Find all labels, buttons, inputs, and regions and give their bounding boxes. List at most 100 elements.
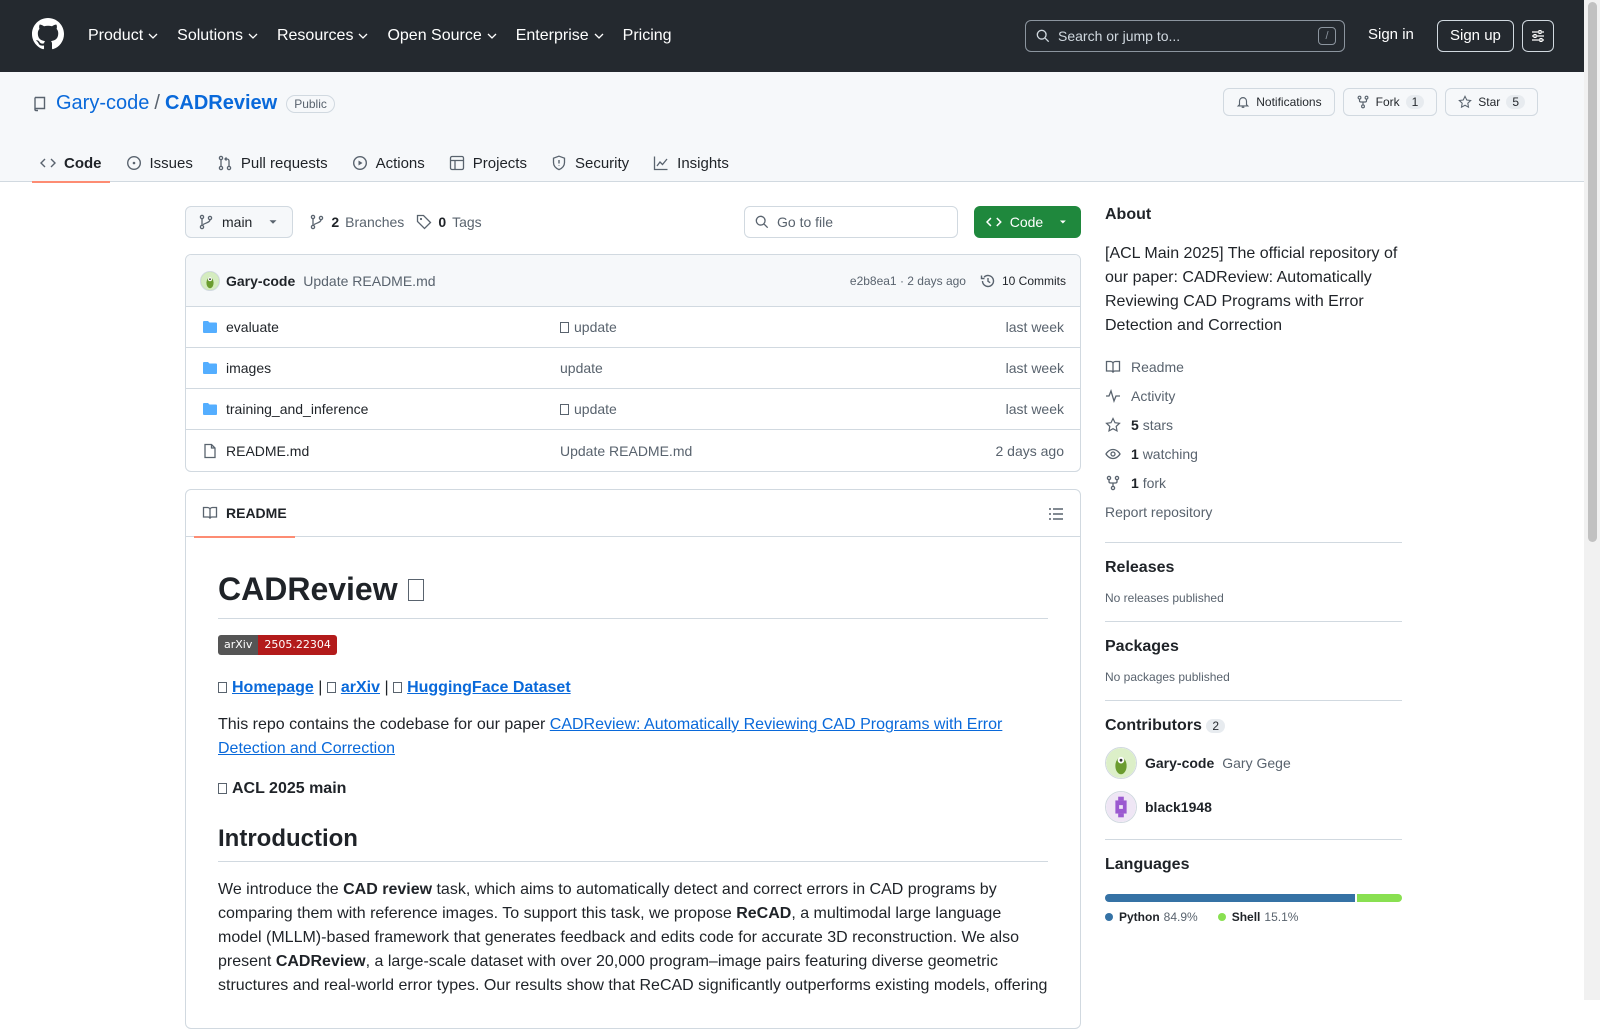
commit-message-link[interactable]: Update README.md xyxy=(303,273,435,289)
homepage-link[interactable]: Homepage xyxy=(218,679,314,696)
forks-link[interactable]: 1 fork xyxy=(1105,468,1402,497)
language-dot-icon xyxy=(1105,913,1113,921)
arxiv-badge[interactable]: arXiv 2505.22304 xyxy=(218,635,337,655)
nav-open-source[interactable]: Open Source xyxy=(387,27,497,45)
stars-link[interactable]: 5 stars xyxy=(1105,410,1402,439)
contributor-login[interactable]: Gary-code xyxy=(1145,755,1214,771)
commit-author-link[interactable]: Gary-code xyxy=(226,273,295,289)
report-repository-link[interactable]: Report repository xyxy=(1105,497,1402,526)
emoji-glyph-icon xyxy=(218,783,227,794)
branches-link[interactable]: 2 Branches xyxy=(309,214,404,230)
file-row[interactable]: training_and_inference update last week xyxy=(186,389,1080,430)
tab-security[interactable]: Security xyxy=(543,144,637,182)
file-name-link[interactable]: images xyxy=(226,360,271,376)
readme-acl-line: ACL 2025 main xyxy=(218,777,1048,801)
contributor-item[interactable]: Gary-code Gary Gege xyxy=(1105,747,1402,779)
file-toolbar: main 2 Branches 0 Tags Go to file Code xyxy=(185,206,1081,238)
tab-actions[interactable]: Actions xyxy=(344,144,433,182)
readme-tab[interactable]: README xyxy=(194,490,295,538)
chevron-down-icon xyxy=(148,33,158,39)
language-bar-segment-python xyxy=(1105,894,1356,902)
page-scrollbar[interactable] xyxy=(1584,0,1600,1000)
tab-issues[interactable]: Issues xyxy=(118,144,201,182)
about-links: Readme Activity 5 stars 1 watching 1 for… xyxy=(1105,352,1402,526)
code-icon xyxy=(40,158,56,168)
chevron-down-icon xyxy=(594,33,604,39)
git-branch-icon xyxy=(311,214,324,230)
emoji-glyph-icon xyxy=(393,682,403,693)
fork-button[interactable]: Fork 1 xyxy=(1342,88,1438,116)
tags-link[interactable]: 0 Tags xyxy=(416,214,482,230)
contributor-item[interactable]: black1948 xyxy=(1105,791,1402,823)
list-unordered-icon[interactable] xyxy=(1048,506,1064,522)
site-menu-button[interactable] xyxy=(1522,20,1554,52)
avatar xyxy=(1105,791,1137,823)
tab-projects[interactable]: Projects xyxy=(441,144,535,182)
divider xyxy=(1105,700,1402,701)
go-to-file-input[interactable]: Go to file xyxy=(744,206,958,238)
readme-panel: README CADReview arXiv 2505.22304 Homepag… xyxy=(185,489,1081,1029)
file-name-link[interactable]: training_and_inference xyxy=(226,401,368,417)
sign-in-link[interactable]: Sign in xyxy=(1368,26,1414,43)
code-dropdown-button[interactable]: Code xyxy=(974,206,1081,238)
nav-enterprise[interactable]: Enterprise xyxy=(516,27,604,45)
activity-link[interactable]: Activity xyxy=(1105,381,1402,410)
notifications-button[interactable]: Notifications xyxy=(1223,88,1335,116)
file-name-link[interactable]: evaluate xyxy=(226,319,279,335)
divider xyxy=(1105,621,1402,622)
file-row[interactable]: README.md Update README.md 2 days ago xyxy=(186,430,1080,471)
language-legend: Python 84.9% Shell 15.1% xyxy=(1105,910,1402,924)
tab-insights[interactable]: Insights xyxy=(645,144,737,182)
watching-link[interactable]: 1 watching xyxy=(1105,439,1402,468)
pulse-icon xyxy=(1106,388,1120,403)
chevron-down-icon xyxy=(248,33,258,39)
fork-icon xyxy=(1357,95,1369,109)
language-bar xyxy=(1105,894,1402,902)
file-commit-message[interactable]: update xyxy=(560,360,603,376)
repo-tabs: Code Issues Pull requests Actions Projec… xyxy=(32,144,745,183)
tab-code[interactable]: Code xyxy=(32,144,110,183)
star-icon xyxy=(1105,416,1121,432)
contributor-login[interactable]: black1948 xyxy=(1145,799,1212,815)
divider xyxy=(1105,542,1402,543)
sign-up-button[interactable]: Sign up xyxy=(1437,20,1514,52)
nav-pricing[interactable]: Pricing xyxy=(623,27,672,45)
releases-heading[interactable]: Releases xyxy=(1105,559,1402,577)
star-icon xyxy=(1458,95,1473,109)
repo-header: Gary-code / CADReview Public Notificatio… xyxy=(0,72,1584,183)
nav-solutions[interactable]: Solutions xyxy=(177,27,258,45)
search-placeholder: Search or jump to... xyxy=(1058,28,1181,44)
chevron-down-icon xyxy=(358,33,368,39)
file-name-link[interactable]: README.md xyxy=(226,443,309,459)
packages-heading[interactable]: Packages xyxy=(1105,638,1402,656)
readme-link[interactable]: Readme xyxy=(1105,352,1402,381)
nav-resources[interactable]: Resources xyxy=(277,27,368,45)
file-row[interactable]: evaluate update last week xyxy=(186,307,1080,348)
branch-selector[interactable]: main xyxy=(185,206,294,238)
bell-icon xyxy=(1237,97,1250,108)
file-commit-message[interactable]: Update README.md xyxy=(560,443,692,459)
search-icon xyxy=(1036,29,1050,43)
nav-product[interactable]: Product xyxy=(88,27,158,45)
dataset-link[interactable]: HuggingFace Dataset xyxy=(393,679,571,696)
file-commit-message[interactable]: update xyxy=(560,401,617,417)
file-commit-message[interactable]: update xyxy=(560,319,617,335)
star-button[interactable]: Star 5 xyxy=(1445,88,1538,116)
file-row[interactable]: images update last week xyxy=(186,348,1080,389)
search-input[interactable]: Search or jump to... / xyxy=(1025,20,1345,52)
repo-title: Gary-code / CADReview Public xyxy=(32,92,335,115)
language-item-shell[interactable]: Shell 15.1% xyxy=(1217,910,1298,924)
repo-owner-link[interactable]: Gary-code xyxy=(56,92,149,115)
tab-pull-requests[interactable]: Pull requests xyxy=(209,144,336,182)
commits-history-link[interactable]: 10 Commits xyxy=(980,273,1066,289)
avatar[interactable] xyxy=(200,270,220,291)
arxiv-link[interactable]: arXiv xyxy=(326,679,380,696)
contributors-count: 2 xyxy=(1206,719,1226,733)
contributors-heading[interactable]: Contributors 2 xyxy=(1105,717,1402,735)
scrollbar-thumb[interactable] xyxy=(1588,2,1597,542)
language-item-python[interactable]: Python 84.9% xyxy=(1105,910,1198,924)
folder-icon xyxy=(203,321,217,333)
commit-hash-time[interactable]: e2b8ea1 · 2 days ago xyxy=(850,274,966,288)
github-logo-icon[interactable] xyxy=(32,18,64,50)
repo-name-link[interactable]: CADReview xyxy=(165,92,277,115)
